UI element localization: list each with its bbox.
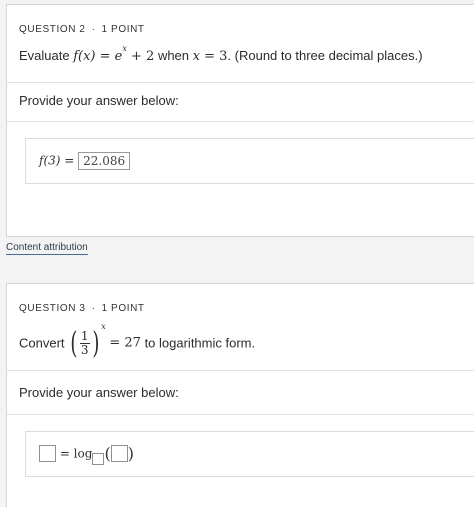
answer-input[interactable]: 22.086 <box>78 152 131 170</box>
answer-expression: = log() <box>39 444 134 465</box>
question-2-card: QUESTION 2 · 1 POINT Evaluate f(x) = ex + … <box>6 4 474 237</box>
right-paren: ) <box>91 325 99 361</box>
provide-answer-label: Provide your answer below: <box>19 93 179 108</box>
question-2-prompt: Evaluate f(x) = ex + 2 when x = 3. (Roun… <box>19 44 423 64</box>
prompt-text: Convert <box>19 335 65 351</box>
fraction-numerator: 1 <box>79 329 90 345</box>
provide-answer-label: Provide your answer below: <box>19 385 179 400</box>
answer-label: f(3) = <box>39 153 79 168</box>
question-3-points: 1 POINT <box>101 303 145 314</box>
divider <box>7 121 474 122</box>
rounding-instruction: . (Round to three decimal places.) <box>227 48 423 63</box>
x-variable: x <box>192 49 200 64</box>
equals-log: = log <box>56 446 93 461</box>
question-3-header: QUESTION 3 · 1 POINT <box>19 303 145 314</box>
exponent-x: x <box>101 322 106 331</box>
fraction-denominator: 3 <box>80 343 89 358</box>
divider <box>7 370 474 371</box>
exponent-x: x <box>122 44 127 53</box>
plus-two: + 2 <box>126 49 155 64</box>
function-expression: f(x) <box>73 49 96 64</box>
question-2-label: QUESTION 2 <box>19 24 86 35</box>
when-text: when <box>154 48 193 63</box>
equals-sign: = <box>95 49 115 64</box>
question-2-header: QUESTION 2 · 1 POINT <box>19 24 145 35</box>
divider <box>7 414 474 415</box>
divider <box>7 82 474 83</box>
equals-three: = 3 <box>199 49 228 64</box>
page: QUESTION 2 · 1 POINT Evaluate f(x) = ex + … <box>0 0 474 507</box>
left-paren: ( <box>70 325 78 361</box>
base-input[interactable] <box>92 453 105 465</box>
question-3-prompt: Convert (1 3) x = 27 to logarithmic form. <box>19 322 256 363</box>
answer-area: f(3) = 22.086 <box>25 138 474 184</box>
content-attribution-link[interactable]: Content attribution <box>6 242 88 255</box>
question-3-label: QUESTION 3 <box>19 303 86 314</box>
prompt-text: Evaluate <box>19 48 74 63</box>
logarithmic-form-instruction: to logarithmic form. <box>140 335 256 351</box>
answer-area: = log() <box>25 431 474 477</box>
argument-input[interactable] <box>110 445 128 462</box>
answer-expression: f(3) = 22.086 <box>39 152 131 170</box>
question-2-points: 1 POINT <box>101 24 145 35</box>
right-paren: ) <box>127 444 134 463</box>
question-3-card: QUESTION 3 · 1 POINT Convert (1 3) x = 27 to… <box>6 283 474 507</box>
fraction-one-third: 13 <box>79 329 90 358</box>
separator-dot: · <box>91 303 96 314</box>
result-input[interactable] <box>39 445 56 462</box>
separator-dot: · <box>91 24 96 35</box>
equals-27: = 27 <box>109 335 141 351</box>
